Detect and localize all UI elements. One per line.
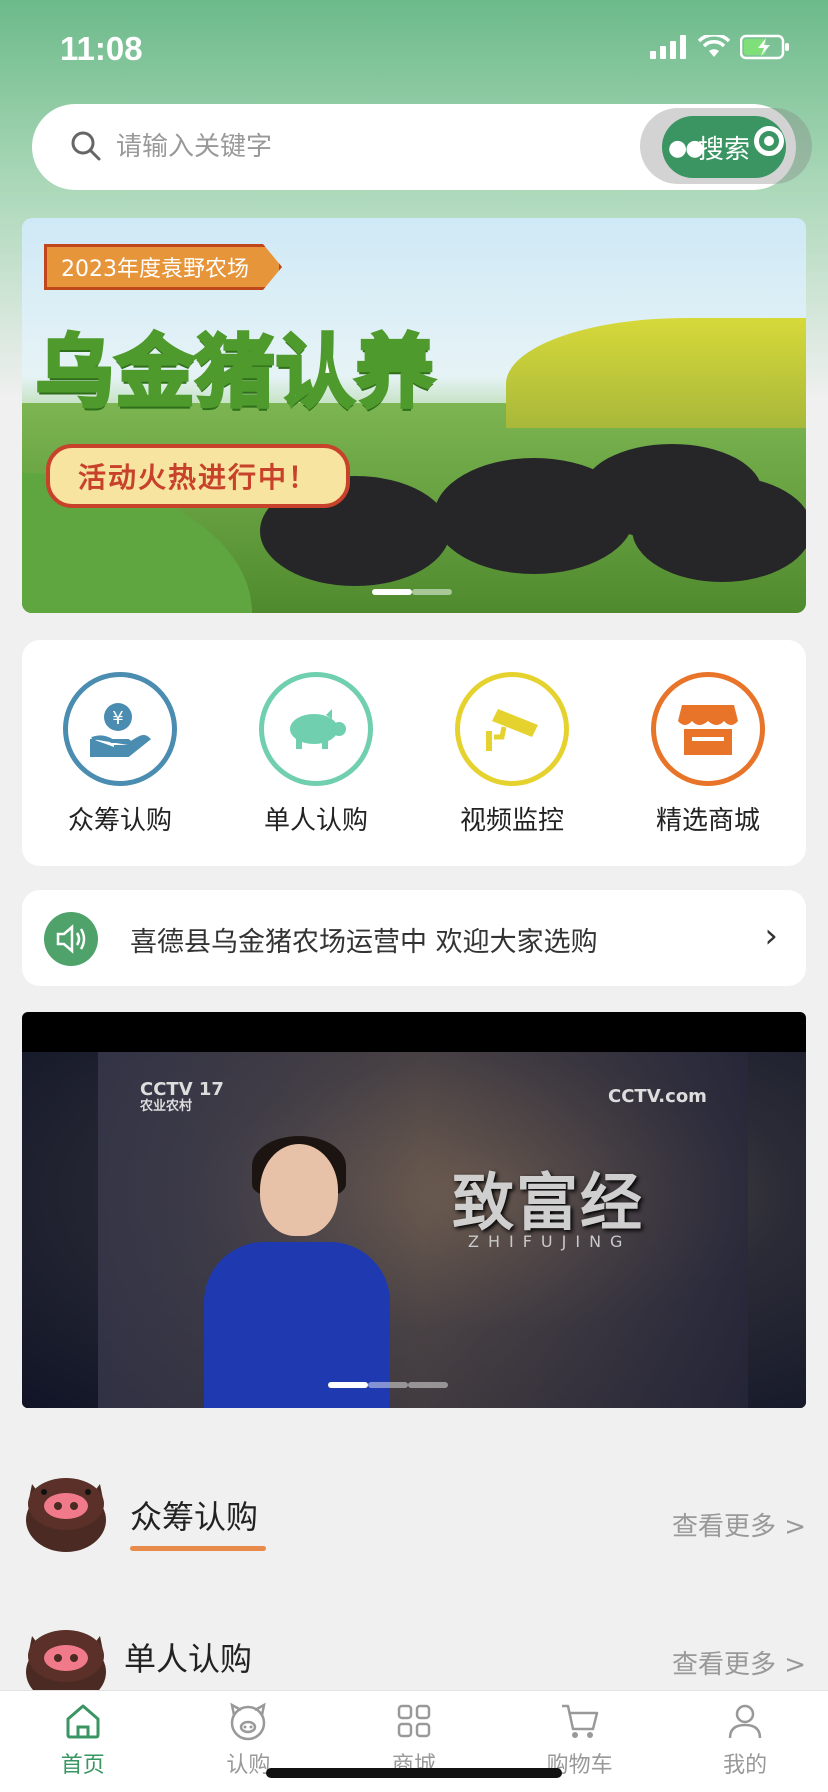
announcement-text: 喜德县乌金猪农场运营中 欢迎大家选购 <box>130 927 598 958</box>
announcement-bar[interactable]: 喜德县乌金猪农场运营中 欢迎大家选购 › <box>22 890 806 986</box>
home-icon <box>66 1704 100 1739</box>
status-bar: 11:08 <box>0 0 828 100</box>
category-label: 单人认购 <box>263 806 368 836</box>
banner-pager <box>372 589 452 595</box>
chevron-right-icon: › <box>764 916 778 956</box>
banner-pill: 活动火热进行中！ <box>46 444 351 508</box>
section-crowdfund: 众筹认购 查看更多 > <box>22 1464 806 1564</box>
category-video-monitor[interactable]: 视频监控 <box>414 640 610 866</box>
camera-icon <box>455 672 569 786</box>
home-indicator <box>266 1768 562 1778</box>
tab-home[interactable]: 首页 <box>0 1691 166 1792</box>
pig-mascot-icon <box>26 1478 106 1552</box>
shop-icon <box>651 672 765 786</box>
wifi-icon <box>698 35 730 57</box>
section-underline <box>130 1546 266 1551</box>
site-logo: CCTV.com <box>608 1086 707 1107</box>
video-frame: CCTV 17 农业农村 CCTV.com 致富经 ZHIFUJING <box>22 1052 806 1408</box>
close-miniprogram-icon[interactable] <box>754 126 784 156</box>
category-label: 视频监控 <box>459 806 564 836</box>
banner-title: 乌金猪认养 <box>34 326 437 420</box>
category-crowdfund[interactable]: ¥ 众筹认购 <box>22 640 218 866</box>
search-button-label: 搜索 <box>697 134 750 165</box>
battery-charging-icon <box>740 34 789 60</box>
section-title: 众筹认购 <box>130 1498 259 1536</box>
view-more-link[interactable]: 查看更多 > <box>672 1644 806 1681</box>
grid-icon <box>397 1704 431 1738</box>
speaker-icon <box>44 912 98 966</box>
channel-logo-text: CCTV 17 <box>140 1079 224 1100</box>
svg-text:¥: ¥ <box>112 708 123 729</box>
banner-pig <box>632 476 806 582</box>
tab-mine[interactable]: 我的 <box>662 1691 828 1792</box>
show-subtitle: ZHIFUJING <box>468 1232 632 1251</box>
pig-face-icon <box>230 1702 267 1741</box>
category-single[interactable]: 单人认购 <box>218 640 414 866</box>
banner-tag: 2023年度袁野农场 <box>44 244 282 290</box>
tab-label: 认购 <box>226 1753 271 1778</box>
video-player[interactable]: CCTV 17 农业农村 CCTV.com 致富经 ZHIFUJING <box>22 1012 806 1408</box>
yen-hand-icon: ¥ <box>63 672 177 786</box>
cart-icon <box>561 1704 598 1738</box>
status-icons <box>650 34 790 60</box>
tab-label: 首页 <box>60 1753 105 1778</box>
anchor-head <box>260 1144 338 1236</box>
tab-label: 我的 <box>723 1753 768 1778</box>
pig-icon <box>259 672 373 786</box>
search-input[interactable] <box>116 122 636 172</box>
category-shop[interactable]: 精选商城 <box>610 640 806 866</box>
section-title: 单人认购 <box>124 1640 253 1678</box>
category-label: 众筹认购 <box>67 806 172 836</box>
video-pager <box>328 1382 448 1388</box>
banner-flowers <box>506 318 806 428</box>
user-icon <box>728 1704 762 1739</box>
category-label: 精选商城 <box>655 806 760 836</box>
show-title: 致富经 <box>452 1166 645 1239</box>
category-grid: ¥ 众筹认购 单人认购 视频监控 精选商城 <box>22 640 806 866</box>
more-menu-icon[interactable]: ●● <box>668 136 704 161</box>
channel-logo: CCTV 17 农业农村 <box>140 1080 224 1114</box>
promo-banner[interactable]: 2023年度袁野农场 乌金猪认养 活动火热进行中！ <box>22 218 806 613</box>
channel-logo-sub: 农业农村 <box>140 1098 193 1114</box>
status-time: 11:08 <box>60 30 143 67</box>
search-icon <box>71 131 101 161</box>
signal-icon <box>650 35 686 59</box>
view-more-link[interactable]: 查看更多 > <box>672 1506 806 1543</box>
